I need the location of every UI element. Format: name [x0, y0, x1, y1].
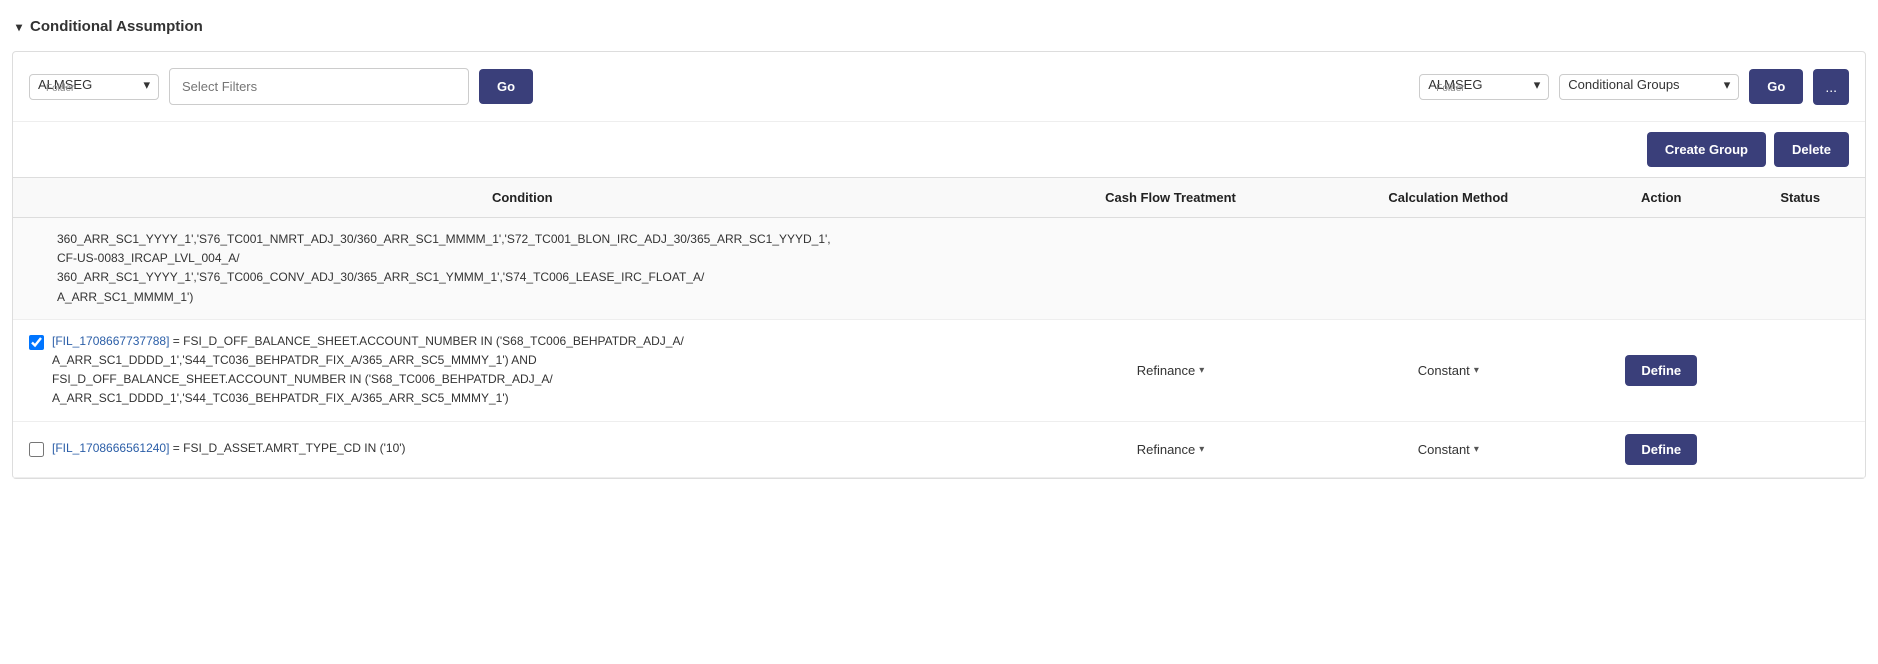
row3-checkbox[interactable]	[29, 442, 44, 457]
conditional-groups-arrow-icon: ▾	[1724, 77, 1731, 93]
row3-cash-flow-treatment[interactable]: Refinance ▾	[1032, 421, 1310, 477]
status-header: Status	[1735, 178, 1865, 218]
table-header-row: Condition Cash Flow Treatment Calculatio…	[13, 178, 1865, 218]
select-filters-input[interactable]	[169, 68, 469, 105]
row3-calculation-method[interactable]: Constant ▾	[1309, 421, 1587, 477]
conditional-groups-value[interactable]: Conditional Groups ▾	[1560, 75, 1738, 99]
calculation-method-header: Calculation Method	[1309, 178, 1587, 218]
action-bar: Create Group Delete	[13, 122, 1865, 177]
cash-flow-treatment-header: Cash Flow Treatment	[1032, 178, 1310, 218]
row3-action-cell: Define	[1587, 421, 1735, 477]
row2-condition-text: [FIL_1708667737788] = FSI_D_OFF_BALANCE_…	[52, 332, 684, 409]
left-go-button[interactable]: Go	[479, 69, 533, 104]
row1-condition-cell: 360_ARR_SC1_YYYY_1','S76_TC001_NMRT_ADJ_…	[13, 218, 1032, 320]
row3-condition-text: [FIL_1708666561240] = FSI_D_ASSET.AMRT_T…	[52, 439, 406, 458]
more-options-button[interactable]: ...	[1813, 69, 1849, 105]
row3-calc-method-dropdown[interactable]: Constant ▾	[1418, 442, 1479, 457]
row1-status	[1735, 218, 1865, 320]
page-title: Conditional Assumption	[30, 18, 203, 35]
page-wrapper: ▾ Conditional Assumption Folder ALMSEG ▾…	[0, 0, 1878, 664]
row1-condition-text: 360_ARR_SC1_YYYY_1','S76_TC001_NMRT_ADJ_…	[57, 230, 831, 307]
row2-cash-flow-value: Refinance	[1137, 363, 1196, 378]
right-folder-label: Folder	[1428, 79, 1472, 94]
row2-define-button[interactable]: Define	[1625, 355, 1697, 386]
row3-condition-cell: [FIL_1708666561240] = FSI_D_ASSET.AMRT_T…	[13, 421, 1032, 477]
row2-condition-cell: [FIL_1708667737788] = FSI_D_OFF_BALANCE_…	[13, 319, 1032, 421]
main-content: Folder ALMSEG ▾ Go Folder ALMSEG ▾ Co	[12, 51, 1866, 479]
row2-status-cell	[1735, 319, 1865, 421]
left-folder-label: Folder	[38, 79, 82, 94]
table-row: [FIL_1708666561240] = FSI_D_ASSET.AMRT_T…	[13, 421, 1865, 477]
conditions-table: Condition Cash Flow Treatment Calculatio…	[13, 177, 1865, 478]
section-header: ▾ Conditional Assumption	[0, 10, 1878, 51]
row3-condition-link[interactable]: [FIL_1708666561240]	[52, 441, 169, 455]
row2-cash-flow-treatment[interactable]: Refinance ▾	[1032, 319, 1310, 421]
row3-cash-flow-value: Refinance	[1137, 442, 1196, 457]
row3-calc-method-arrow-icon: ▾	[1474, 444, 1479, 455]
table-row: 360_ARR_SC1_YYYY_1','S76_TC001_NMRT_ADJ_…	[13, 218, 1865, 320]
row3-cash-flow-dropdown[interactable]: Refinance ▾	[1137, 442, 1205, 457]
condition-header: Condition	[13, 178, 1032, 218]
row3-calc-method-value: Constant	[1418, 442, 1470, 457]
row2-calculation-method[interactable]: Constant ▾	[1309, 319, 1587, 421]
right-folder-arrow-icon: ▾	[1534, 77, 1541, 93]
row2-cash-flow-dropdown[interactable]: Refinance ▾	[1137, 363, 1205, 378]
conditional-groups-select[interactable]: Conditional Groups ▾	[1559, 74, 1739, 100]
action-header: Action	[1587, 178, 1735, 218]
row2-checkbox[interactable]	[29, 335, 44, 350]
conditional-groups-text: Conditional Groups	[1568, 77, 1679, 92]
row1-action	[1587, 218, 1735, 320]
left-folder-select[interactable]: Folder ALMSEG ▾	[29, 74, 159, 100]
left-folder-arrow-icon: ▾	[143, 77, 150, 93]
chevron-icon[interactable]: ▾	[16, 20, 22, 34]
create-group-button[interactable]: Create Group	[1647, 132, 1766, 167]
row2-action-cell: Define	[1587, 319, 1735, 421]
row3-cash-flow-arrow-icon: ▾	[1199, 444, 1204, 455]
row2-condition-link[interactable]: [FIL_1708667737788]	[52, 334, 169, 348]
row2-calc-method-value: Constant	[1418, 363, 1470, 378]
row2-calc-method-arrow-icon: ▾	[1474, 365, 1479, 376]
row2-calc-method-dropdown[interactable]: Constant ▾	[1418, 363, 1479, 378]
right-folder-select[interactable]: Folder ALMSEG ▾	[1419, 74, 1549, 100]
right-go-button[interactable]: Go	[1749, 69, 1803, 104]
row3-status-cell	[1735, 421, 1865, 477]
delete-button[interactable]: Delete	[1774, 132, 1849, 167]
row3-define-button[interactable]: Define	[1625, 434, 1697, 465]
row1-cash-flow-treatment	[1032, 218, 1310, 320]
table-row: [FIL_1708667737788] = FSI_D_OFF_BALANCE_…	[13, 319, 1865, 421]
row1-calculation-method	[1309, 218, 1587, 320]
row2-cash-flow-arrow-icon: ▾	[1199, 365, 1204, 376]
toolbar: Folder ALMSEG ▾ Go Folder ALMSEG ▾ Co	[13, 52, 1865, 122]
